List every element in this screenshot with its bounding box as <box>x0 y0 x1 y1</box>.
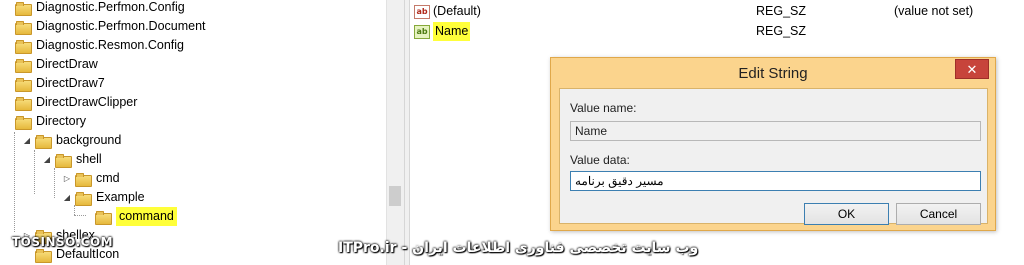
tree-item-label: Diagnostic.Perfmon.Config <box>36 0 185 14</box>
close-icon: ✕ <box>966 62 978 77</box>
tree-item-label: Diagnostic.Resmon.Config <box>36 38 184 52</box>
folder-icon <box>95 210 112 225</box>
tree-item[interactable]: Directory <box>2 112 86 131</box>
cancel-button[interactable]: Cancel <box>896 203 981 225</box>
close-button[interactable]: ✕ <box>955 59 989 79</box>
value-name: Name <box>433 22 471 41</box>
watermark-right: ITPro.ir - وب سایت تخصصی فناوری اطلاعات … <box>338 240 699 256</box>
expand-toggle-icon[interactable]: ◢ <box>22 131 32 150</box>
folder-icon <box>15 77 32 92</box>
value-row-default[interactable]: ab (Default) REG_SZ (value not set) <box>410 2 1024 21</box>
ok-button[interactable]: OK <box>804 203 889 225</box>
folder-icon <box>15 20 32 35</box>
tree-item[interactable]: DirectDrawClipper <box>2 93 137 112</box>
tree-item-label: cmd <box>96 171 120 185</box>
value-data-input[interactable]: مسیر دقیق برنامه <box>570 171 981 191</box>
tree-item-label: DirectDraw <box>36 57 98 71</box>
tree-item-label: command <box>116 207 177 226</box>
dialog-title: Edit String <box>738 65 808 82</box>
tree-item-label: Directory <box>36 114 87 128</box>
tree-item[interactable]: Diagnostic.Resmon.Config <box>2 36 184 55</box>
tree-item-label: background <box>56 133 122 147</box>
value-name-field[interactable]: Name <box>570 121 981 141</box>
tree-item[interactable]: ▷ cmd <box>62 169 120 188</box>
value-data-label: Value data: <box>570 153 630 167</box>
tree-connector <box>54 168 55 198</box>
value-data: (value not set) <box>894 4 974 18</box>
value-type: REG_SZ <box>756 24 807 38</box>
tree-item[interactable]: Diagnostic.Perfmon.Document <box>2 17 206 36</box>
folder-icon <box>15 115 32 130</box>
tree-connector <box>34 150 35 194</box>
dialog-body: Value name: Name Value data: مسیر دقیق ب… <box>559 88 988 225</box>
tree-scrollbar[interactable] <box>386 0 404 265</box>
folder-icon <box>15 96 32 111</box>
tree-scrollbar-thumb[interactable] <box>389 186 401 206</box>
folder-icon <box>35 248 52 263</box>
watermark-left: TOSINSO.COM <box>12 235 114 249</box>
expand-toggle-icon[interactable]: ◢ <box>62 188 72 207</box>
tree-item-label: DirectDrawClipper <box>36 95 138 109</box>
string-value-icon: ab <box>414 5 430 19</box>
value-type: REG_SZ <box>756 4 807 18</box>
tree-item[interactable]: DirectDraw7 <box>2 74 105 93</box>
tree-item[interactable]: DirectDraw <box>2 55 98 74</box>
folder-icon <box>75 191 92 206</box>
expand-toggle-icon[interactable]: ▷ <box>62 169 72 188</box>
tree-item[interactable]: ◢ background <box>22 131 121 150</box>
tree-item-label: Example <box>96 190 145 204</box>
folder-icon <box>15 58 32 73</box>
folder-icon <box>55 153 72 168</box>
folder-icon <box>15 1 32 16</box>
folder-icon <box>75 172 92 187</box>
expand-toggle-icon[interactable]: ◢ <box>42 150 52 169</box>
edit-string-dialog: Edit String ✕ Value name: Name Value dat… <box>550 57 996 231</box>
string-value-icon: ab <box>414 25 430 39</box>
tree-item[interactable]: command <box>82 207 177 226</box>
tree-item-label: DirectDraw7 <box>36 76 105 90</box>
value-name-label: Value name: <box>570 101 637 115</box>
folder-icon <box>15 39 32 54</box>
tree-item[interactable]: Diagnostic.Perfmon.Config <box>2 0 185 17</box>
folder-icon <box>35 134 52 149</box>
tree-item-label: shell <box>76 152 102 166</box>
registry-key-tree[interactable]: Diagnostic.Perfmon.Config Diagnostic.Perf… <box>0 0 386 265</box>
tree-item[interactable]: ◢ Example <box>62 188 145 207</box>
tree-item-label: Diagnostic.Perfmon.Document <box>36 19 206 33</box>
value-name: (Default) <box>433 4 481 18</box>
tree-item[interactable]: ◢ shell <box>42 150 102 169</box>
tree-connector <box>14 132 15 232</box>
value-row-name[interactable]: ab Name REG_SZ <box>410 22 1024 41</box>
